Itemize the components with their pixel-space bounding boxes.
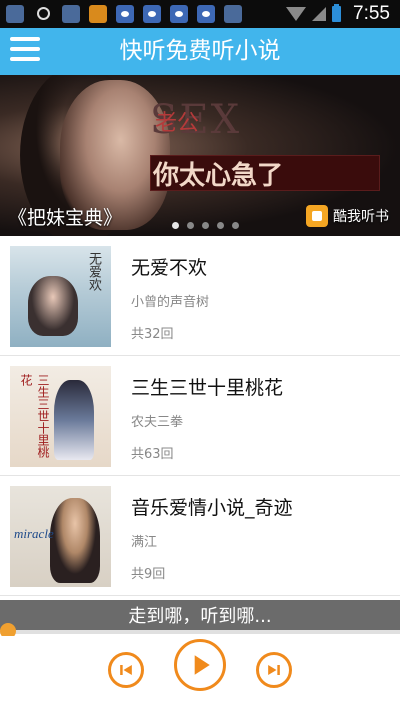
pagination-dot[interactable]: [232, 222, 239, 229]
now-playing-text: 走到哪，听到哪...: [128, 606, 272, 627]
kuwo-badge[interactable]: 酷我听书: [306, 205, 389, 227]
episode-count: 共9回: [131, 567, 166, 582]
now-playing-bar[interactable]: 走到哪，听到哪...: [0, 600, 400, 630]
paw-icon: [197, 5, 215, 23]
list-item[interactable]: 无爱欢 无爱不欢 小曾的声音树 共32回: [0, 236, 400, 356]
paw-icon: [143, 5, 161, 23]
previous-button[interactable]: [108, 652, 144, 688]
book-title: 音乐爱情小说_奇迹: [131, 497, 293, 519]
episode-count: 共32回: [131, 327, 174, 342]
banner-subtitle: 你太心急了: [153, 161, 284, 191]
next-button[interactable]: [256, 652, 292, 688]
orange-app-icon: [89, 5, 107, 23]
shield-icon: [224, 5, 242, 23]
badge-label: 酷我听书: [333, 209, 389, 225]
episode-count: 共63回: [131, 447, 174, 462]
book-cover: miracle: [10, 486, 111, 587]
kuwo-app-icon: [306, 205, 328, 227]
book-author: 小曾的声音树: [131, 295, 210, 310]
play-button[interactable]: [174, 639, 226, 691]
book-author: 满江: [131, 535, 158, 550]
search-icon: [37, 7, 50, 20]
previous-icon: [120, 665, 132, 675]
page-title: 快听免费听小说: [119, 38, 281, 64]
paw-icon: [170, 5, 188, 23]
book-cover: 无爱欢: [10, 246, 111, 347]
banner-overlay-small: 老公: [155, 111, 200, 136]
promo-banner[interactable]: SEX 老公 你太心急了 《把妹宝典》 酷我听书: [0, 75, 400, 236]
paw-icon: [116, 5, 134, 23]
status-time: 7:55: [353, 3, 390, 24]
shield-icon: [62, 5, 80, 23]
player-controls: [0, 636, 400, 711]
pagination-dot[interactable]: [202, 222, 209, 229]
app-header: 快听免费听小说: [0, 28, 400, 75]
list-item[interactable]: miracle 音乐爱情小说_奇迹 满江 共9回: [0, 476, 400, 596]
battery-icon: [332, 4, 342, 22]
progress-track[interactable]: [0, 630, 400, 634]
book-list: 无爱欢 无爱不欢 小曾的声音树 共32回 三生三世十里桃花 三生三世十里桃花 农…: [0, 236, 400, 596]
shield-icon: [6, 5, 24, 23]
book-cover: 三生三世十里桃花: [10, 366, 111, 467]
status-bar-right: 7:55: [286, 0, 400, 28]
wifi-icon: [286, 7, 307, 21]
status-bar: 7:55: [0, 0, 400, 28]
book-title: 三生三世十里桃花: [131, 377, 284, 399]
signal-icon: [312, 7, 327, 21]
banner-pagination: [172, 222, 239, 229]
list-item[interactable]: 三生三世十里桃花 三生三世十里桃花 农夫三拳 共63回: [0, 356, 400, 476]
book-author: 农夫三拳: [131, 415, 184, 430]
pagination-dot[interactable]: [172, 222, 179, 229]
banner-caption: 《把妹宝典》: [8, 207, 123, 229]
pagination-dot[interactable]: [187, 222, 194, 229]
play-icon: [194, 655, 210, 675]
book-title: 无爱不欢: [131, 257, 208, 279]
next-icon: [268, 665, 280, 675]
pagination-dot[interactable]: [217, 222, 224, 229]
